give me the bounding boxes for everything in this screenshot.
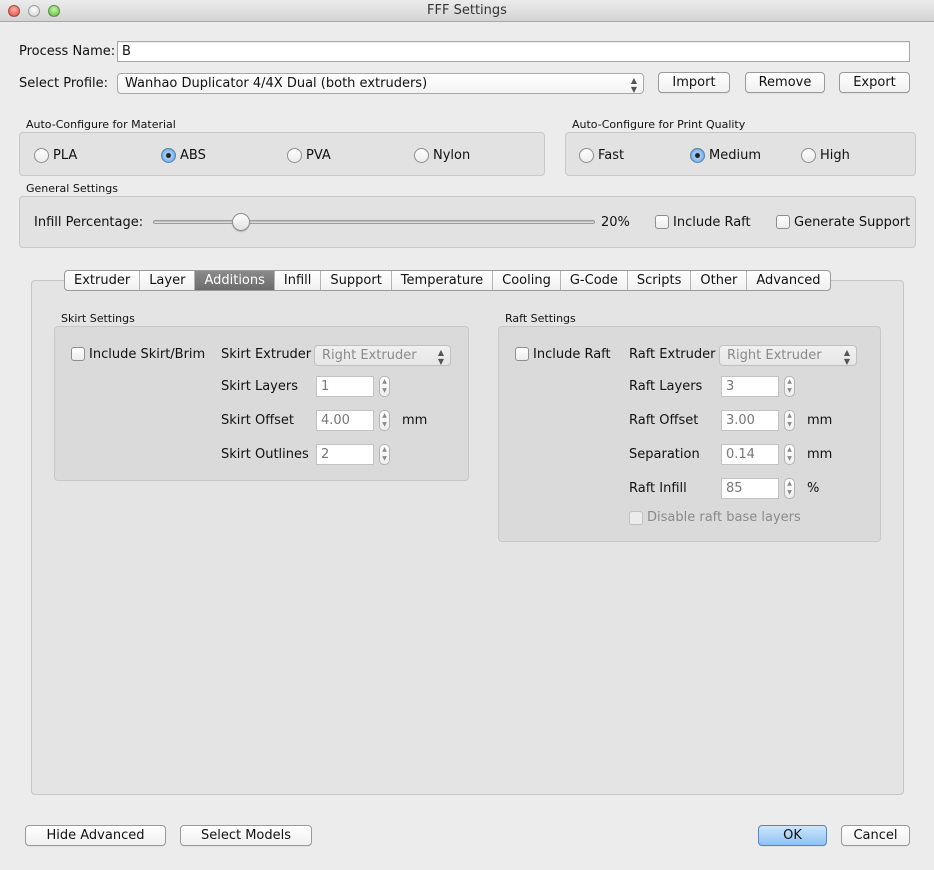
updown-arrows-icon: ▲ ▼ bbox=[437, 348, 444, 366]
tab-cooling[interactable]: Cooling bbox=[493, 271, 561, 290]
quality-radio-high[interactable] bbox=[801, 148, 816, 163]
general-include-raft-checkbox[interactable] bbox=[655, 215, 669, 229]
process-name-label: Process Name: bbox=[19, 44, 116, 59]
skirt-offset-unit: mm bbox=[402, 413, 428, 428]
raft-layers-stepper[interactable]: ▲ ▼ bbox=[784, 376, 795, 397]
disable-raft-base-checkbox[interactable] bbox=[629, 511, 643, 525]
process-name-input[interactable]: B bbox=[117, 41, 910, 62]
close-window-icon[interactable] bbox=[8, 5, 20, 17]
include-skirt-label[interactable]: Include Skirt/Brim bbox=[89, 347, 205, 362]
select-profile-label: Select Profile: bbox=[19, 76, 109, 91]
disable-raft-base-label[interactable]: Disable raft base layers bbox=[647, 510, 801, 525]
skirt-offset-input[interactable]: 4.00 bbox=[316, 410, 374, 431]
separation-unit: mm bbox=[807, 447, 833, 462]
skirt-extruder-value: Right Extruder bbox=[322, 348, 417, 363]
general-settings-title: General Settings bbox=[26, 182, 118, 195]
minimize-window-icon[interactable] bbox=[28, 5, 40, 17]
tab-other[interactable]: Other bbox=[691, 271, 748, 290]
separation-stepper[interactable]: ▲ ▼ bbox=[784, 444, 795, 465]
title-bar: FFF Settings bbox=[0, 0, 934, 22]
skirt-layers-label: Skirt Layers bbox=[221, 379, 298, 394]
quality-radio-label-high[interactable]: High bbox=[820, 148, 850, 163]
raft-offset-input[interactable]: 3.00 bbox=[721, 410, 779, 431]
tab-support[interactable]: Support bbox=[321, 271, 392, 290]
raft-offset-unit: mm bbox=[807, 413, 833, 428]
raft-layers-label: Raft Layers bbox=[629, 379, 703, 394]
updown-arrows-icon: ▲ ▼ bbox=[630, 76, 637, 94]
tab-g-code[interactable]: G-Code bbox=[561, 271, 628, 290]
material-radio-pla[interactable] bbox=[34, 148, 49, 163]
infill-slider-track[interactable] bbox=[153, 220, 595, 224]
include-raft-checkbox[interactable] bbox=[515, 347, 529, 361]
raft-extruder-label: Raft Extruder bbox=[629, 347, 716, 362]
material-radio-label-pva[interactable]: PVA bbox=[306, 148, 331, 163]
tab-advanced[interactable]: Advanced bbox=[747, 271, 829, 290]
material-radio-label-pla[interactable]: PLA bbox=[53, 148, 77, 163]
remove-button[interactable]: Remove bbox=[745, 72, 825, 93]
tab-extruder[interactable]: Extruder bbox=[65, 271, 141, 290]
skirt-outlines-label: Skirt Outlines bbox=[221, 447, 309, 462]
material-radio-pva[interactable] bbox=[287, 148, 302, 163]
tab-additions[interactable]: Additions bbox=[195, 271, 275, 290]
separation-label: Separation bbox=[629, 447, 700, 462]
raft-offset-label: Raft Offset bbox=[629, 413, 699, 428]
quality-group-title: Auto-Configure for Print Quality bbox=[572, 118, 746, 131]
quality-radio-label-medium[interactable]: Medium bbox=[709, 148, 761, 163]
raft-layers-input[interactable]: 3 bbox=[721, 376, 779, 397]
export-button[interactable]: Export bbox=[839, 72, 910, 93]
select-models-button[interactable]: Select Models bbox=[180, 825, 312, 846]
material-group-title: Auto-Configure for Material bbox=[26, 118, 176, 131]
raft-infill-label: Raft Infill bbox=[629, 481, 687, 496]
material-radio-label-nylon[interactable]: Nylon bbox=[433, 148, 470, 163]
skirt-offset-stepper[interactable]: ▲ ▼ bbox=[379, 410, 390, 431]
include-skirt-checkbox[interactable] bbox=[71, 347, 85, 361]
profile-select[interactable]: Wanhao Duplicator 4/4X Dual (both extrud… bbox=[117, 73, 644, 94]
material-radio-abs[interactable] bbox=[161, 148, 176, 163]
material-radio-label-abs[interactable]: ABS bbox=[180, 148, 206, 163]
generate-support-label[interactable]: Generate Support bbox=[794, 215, 910, 230]
zoom-window-icon[interactable] bbox=[48, 5, 60, 17]
include-raft-label[interactable]: Include Raft bbox=[533, 347, 611, 362]
raft-infill-stepper[interactable]: ▲ ▼ bbox=[784, 478, 795, 499]
generate-support-checkbox[interactable] bbox=[776, 215, 790, 229]
raft-offset-stepper[interactable]: ▲ ▼ bbox=[784, 410, 795, 431]
skirt-outlines-input[interactable]: 2 bbox=[316, 444, 374, 465]
raft-extruder-select[interactable]: Right Extruder ▲ ▼ bbox=[719, 345, 857, 366]
skirt-extruder-label: Skirt Extruder bbox=[221, 347, 312, 362]
hide-advanced-button[interactable]: Hide Advanced bbox=[25, 825, 166, 846]
updown-arrows-icon: ▲ ▼ bbox=[843, 348, 850, 366]
skirt-offset-label: Skirt Offset bbox=[221, 413, 295, 428]
tab-bar: Extruder Layer Additions Infill Support Tempe… bbox=[64, 270, 831, 291]
raft-extruder-value: Right Extruder bbox=[727, 348, 822, 363]
tab-layer[interactable]: Layer bbox=[140, 271, 196, 290]
material-radio-nylon[interactable] bbox=[414, 148, 429, 163]
separation-input[interactable]: 0.14 bbox=[721, 444, 779, 465]
raft-infill-unit: % bbox=[807, 481, 820, 496]
tab-infill[interactable]: Infill bbox=[275, 271, 322, 290]
quality-radio-medium[interactable] bbox=[690, 148, 705, 163]
tab-temperature[interactable]: Temperature bbox=[392, 271, 494, 290]
infill-percentage-value: 20% bbox=[601, 215, 630, 230]
skirt-layers-stepper[interactable]: ▲ ▼ bbox=[379, 376, 390, 397]
skirt-outlines-stepper[interactable]: ▲ ▼ bbox=[379, 444, 390, 465]
tab-scripts[interactable]: Scripts bbox=[628, 271, 692, 290]
skirt-settings-title: Skirt Settings bbox=[61, 312, 135, 325]
cancel-button[interactable]: Cancel bbox=[841, 825, 910, 846]
general-include-raft-label[interactable]: Include Raft bbox=[673, 215, 751, 230]
infill-percentage-label: Infill Percentage: bbox=[34, 215, 144, 230]
quality-radio-fast[interactable] bbox=[579, 148, 594, 163]
skirt-extruder-select[interactable]: Right Extruder ▲ ▼ bbox=[314, 345, 451, 366]
skirt-layers-input[interactable]: 1 bbox=[316, 376, 374, 397]
raft-infill-input[interactable]: 85 bbox=[721, 478, 779, 499]
profile-select-value: Wanhao Duplicator 4/4X Dual (both extrud… bbox=[125, 76, 428, 91]
import-button[interactable]: Import bbox=[658, 72, 730, 93]
quality-radio-label-fast[interactable]: Fast bbox=[598, 148, 624, 163]
raft-settings-title: Raft Settings bbox=[505, 312, 576, 325]
ok-button[interactable]: OK bbox=[758, 825, 827, 846]
window-title: FFF Settings bbox=[427, 3, 507, 18]
